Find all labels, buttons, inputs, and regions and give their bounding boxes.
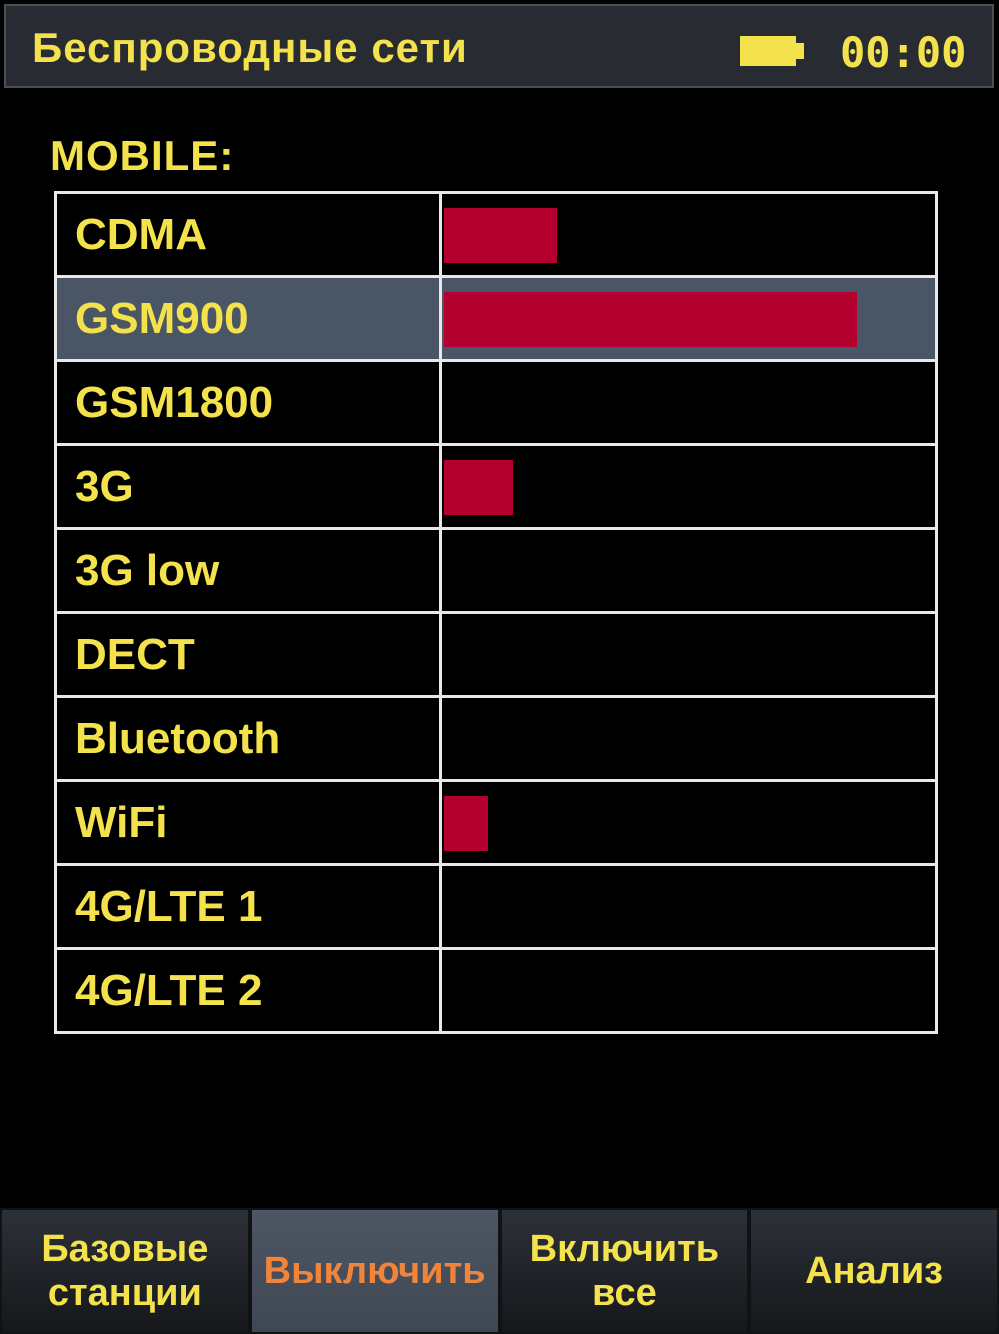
clock-readout: 00:00 <box>840 28 967 77</box>
band-name: DECT <box>57 614 442 695</box>
band-level-cell <box>442 782 935 863</box>
base-stations-button[interactable]: Базовые станции <box>0 1208 250 1334</box>
band-level-cell <box>442 446 935 527</box>
band-row[interactable]: GSM900 <box>57 278 935 362</box>
band-row[interactable]: 3G <box>57 446 935 530</box>
band-name: GSM900 <box>57 278 442 359</box>
band-name: CDMA <box>57 194 442 275</box>
band-level-cell <box>442 614 935 695</box>
band-row[interactable]: GSM1800 <box>57 362 935 446</box>
band-level-cell <box>442 698 935 779</box>
band-level-cell <box>442 362 935 443</box>
band-row[interactable]: WiFi <box>57 782 935 866</box>
band-level-cell <box>442 950 935 1031</box>
header-bar: Беспроводные сети 00:00 <box>4 4 994 88</box>
band-name: 3G <box>57 446 442 527</box>
band-level-cell <box>442 530 935 611</box>
band-level-bar <box>444 292 857 347</box>
battery-icon <box>740 36 796 66</box>
band-row[interactable]: 4G/LTE 2 <box>57 950 935 1031</box>
band-name: 4G/LTE 2 <box>57 950 442 1031</box>
turn-on-all-button[interactable]: Включить все <box>499 1208 750 1334</box>
band-name: 3G low <box>57 530 442 611</box>
band-name: WiFi <box>57 782 442 863</box>
band-name: 4G/LTE 1 <box>57 866 442 947</box>
band-row[interactable]: DECT <box>57 614 935 698</box>
band-level-bar <box>444 460 513 515</box>
band-name: Bluetooth <box>57 698 442 779</box>
page-title: Беспроводные сети <box>32 24 468 71</box>
band-level-cell <box>442 278 935 359</box>
bottom-toolbar: Базовые станции Выключить Включить все А… <box>0 1208 999 1334</box>
band-name: GSM1800 <box>57 362 442 443</box>
battery-tip <box>796 43 804 59</box>
band-table: CDMA GSM900 GSM1800 3G 3G low DECT Bluetooth Wi… <box>54 191 938 1034</box>
band-row[interactable]: 3G low <box>57 530 935 614</box>
band-level-bar <box>444 208 557 263</box>
analysis-button[interactable]: Анализ <box>749 1208 999 1334</box>
turn-off-button[interactable]: Выключить <box>249 1208 500 1334</box>
band-level-cell <box>442 866 935 947</box>
section-label-mobile: MOBILE: <box>50 132 235 179</box>
band-row[interactable]: 4G/LTE 1 <box>57 866 935 950</box>
band-row[interactable]: CDMA <box>57 194 935 278</box>
band-level-bar <box>444 796 488 851</box>
band-level-cell <box>442 194 935 275</box>
band-row[interactable]: Bluetooth <box>57 698 935 782</box>
